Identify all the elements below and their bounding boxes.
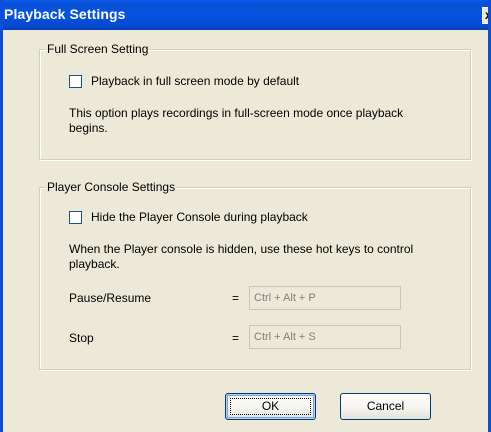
hotkeys-description-line1: When the Player console is hidden, use t… — [69, 242, 414, 256]
cancel-button[interactable]: Cancel — [340, 393, 431, 420]
title-bar[interactable]: Playback Settings x — [3, 0, 488, 30]
hide-console-checkbox[interactable] — [69, 210, 82, 224]
full-screen-description: This option plays recordings in full-scr… — [69, 106, 403, 136]
cancel-button-label: Cancel — [366, 399, 405, 413]
full-screen-checkbox-row[interactable]: Playback in full screen mode by default — [69, 74, 299, 88]
dialog-title: Playback Settings — [4, 6, 126, 22]
full-screen-description-line2: begins. — [69, 121, 108, 135]
pause-resume-hotkey-field[interactable]: Ctrl + Alt + P — [249, 286, 401, 310]
ok-button-label: OK — [261, 399, 280, 413]
hide-console-checkbox-label[interactable]: Hide the Player Console during playback — [91, 210, 308, 224]
hotkeys-description-line2: playback. — [69, 257, 120, 271]
pause-resume-label: Pause/Resume — [69, 291, 152, 305]
stop-equals: = — [232, 331, 240, 345]
pause-resume-equals: = — [232, 291, 240, 305]
full-screen-checkbox-label[interactable]: Playback in full screen mode by default — [91, 74, 299, 88]
full-screen-checkbox[interactable] — [69, 74, 82, 88]
full-screen-group: Full Screen Setting — [39, 42, 471, 160]
full-screen-group-label: Full Screen Setting — [46, 42, 150, 56]
hotkeys-description: When the Player console is hidden, use t… — [69, 242, 413, 272]
player-console-group-label: Player Console Settings — [46, 180, 177, 194]
ok-button[interactable]: OK — [225, 393, 316, 420]
stop-label: Stop — [69, 331, 94, 345]
close-icon: x — [485, 8, 488, 22]
full-screen-description-line1: This option plays recordings in full-scr… — [69, 106, 404, 120]
hide-console-checkbox-row[interactable]: Hide the Player Console during playback — [69, 210, 308, 224]
close-button[interactable]: x — [482, 7, 488, 24]
stop-hotkey-field[interactable]: Ctrl + Alt + S — [249, 325, 401, 349]
playback-settings-dialog: Playback Settings x Full Screen Setting … — [0, 0, 491, 432]
